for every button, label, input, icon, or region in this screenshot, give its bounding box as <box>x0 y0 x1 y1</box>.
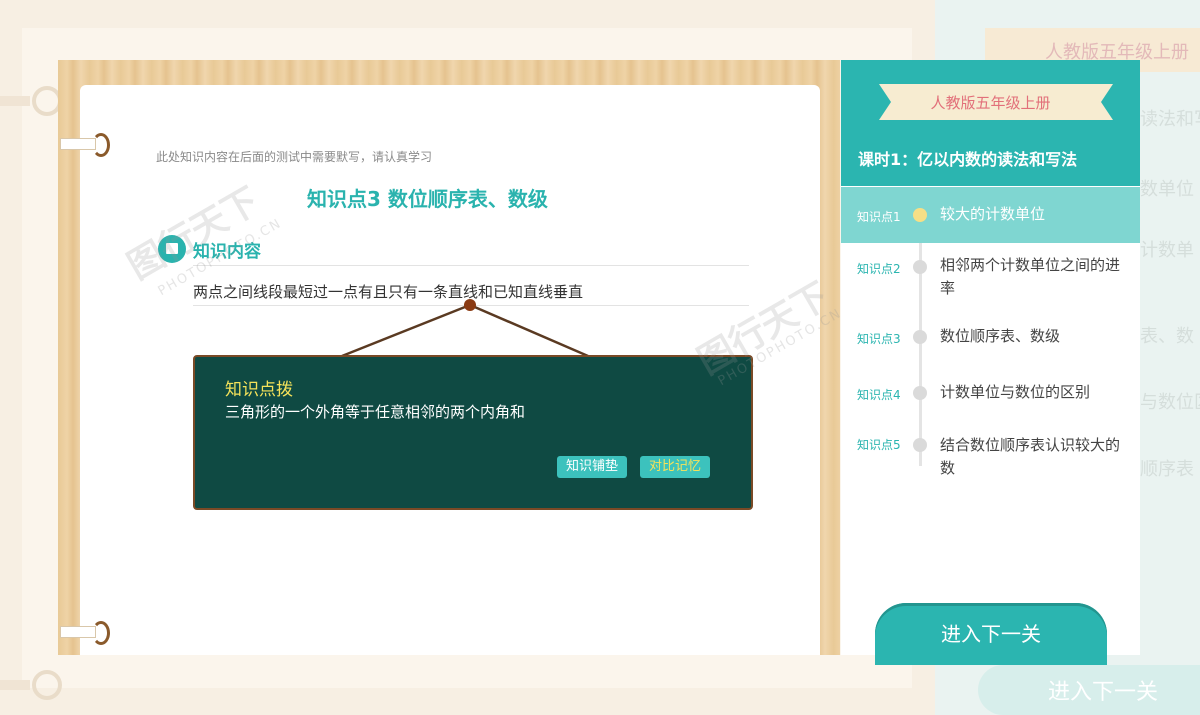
knowledge-point-tag: 知识点3 <box>857 332 901 346</box>
knowledge-point-tag: 知识点1 <box>857 210 901 224</box>
background-binder-stub <box>0 96 30 106</box>
background-fragment: 顺序表 <box>1140 459 1194 480</box>
binder-clip <box>60 138 96 150</box>
knowledge-point-tag: 知识点4 <box>857 388 901 402</box>
page-title: 知识点3 数位顺序表、数级 <box>307 187 548 211</box>
timeline-dot-icon <box>913 330 927 344</box>
tip-text: 三角形的一个外角等于任意相邻的两个内角和 <box>225 403 526 421</box>
sidebar-item-knowledge-point-5[interactable]: 知识点5 结合数位顺序表认识较大的数 <box>841 430 1140 486</box>
compare-memorize-button[interactable]: 对比记忆 <box>640 456 711 478</box>
background-next-label: 进入下一关 <box>1048 680 1159 705</box>
background-binder-stub <box>0 680 30 690</box>
knowledge-point-tag: 知识点2 <box>857 262 901 276</box>
knowledge-point-label: 计数单位与数位的区别 <box>940 383 1091 401</box>
background-fragment: 读法和写 <box>1140 109 1200 130</box>
lesson-title: 课时1：亿以内数的读法和写法 <box>858 150 1078 169</box>
sidebar-item-knowledge-point-3[interactable]: 知识点3 数位顺序表、数级 <box>841 322 1140 356</box>
study-note: 此处知识内容在后面的测试中需要默写，请认真学习 <box>156 150 433 164</box>
background-fragment: 计数单 <box>1140 240 1194 261</box>
grade-ribbon: 人教版五年级上册 <box>930 94 1051 112</box>
knowledge-point-label: 较大的计数单位 <box>940 205 1046 223</box>
sidebar-header: 人教版五年级上册 课时1：亿以内数的读法和写法 <box>841 60 1140 186</box>
lesson-sidebar: 人教版五年级上册 课时1：亿以内数的读法和写法 知识点1 较大的计数单位 知识点… <box>841 60 1140 665</box>
knowledge-point-label: 结合数位顺序表认识较大的数 <box>940 436 1121 477</box>
sidebar-item-knowledge-point-4[interactable]: 知识点4 计数单位与数位的区别 <box>841 378 1140 412</box>
binder-ring-icon <box>92 133 110 157</box>
divider <box>193 265 749 266</box>
timeline-dot-icon <box>913 386 927 400</box>
knowledge-foundation-button[interactable]: 知识铺垫 <box>557 456 628 478</box>
tip-title: 知识点拨 <box>225 380 293 400</box>
timeline-dot-icon <box>913 438 927 452</box>
background-fragment: 表、数 <box>1140 326 1194 347</box>
binder-clip <box>60 626 96 638</box>
sidebar-item-knowledge-point-1[interactable]: 知识点1 较大的计数单位 <box>841 187 1140 243</box>
timeline-dot-icon <box>913 208 927 222</box>
sidebar-item-knowledge-point-2[interactable]: 知识点2 相邻两个计数单位之间的进率 <box>841 245 1140 305</box>
binder-ring-icon <box>92 621 110 645</box>
background-binder-ring <box>32 670 62 700</box>
knowledge-point-label: 数位顺序表、数级 <box>940 327 1061 345</box>
timeline-dot-icon <box>913 260 927 274</box>
knowledge-point-tag: 知识点5 <box>857 438 901 452</box>
knowledge-point-label: 相邻两个计数单位之间的进率 <box>940 256 1121 297</box>
tip-board: 知识点拨 三角形的一个外角等于任意相邻的两个内角和 知识铺垫 对比记忆 <box>193 355 753 510</box>
background-fragment: 数单位 <box>1140 179 1194 200</box>
background-fragment: 与数位区 <box>1140 392 1200 413</box>
next-level-button[interactable]: 进入下一关 <box>875 603 1107 665</box>
hanging-string-icon <box>341 299 589 358</box>
